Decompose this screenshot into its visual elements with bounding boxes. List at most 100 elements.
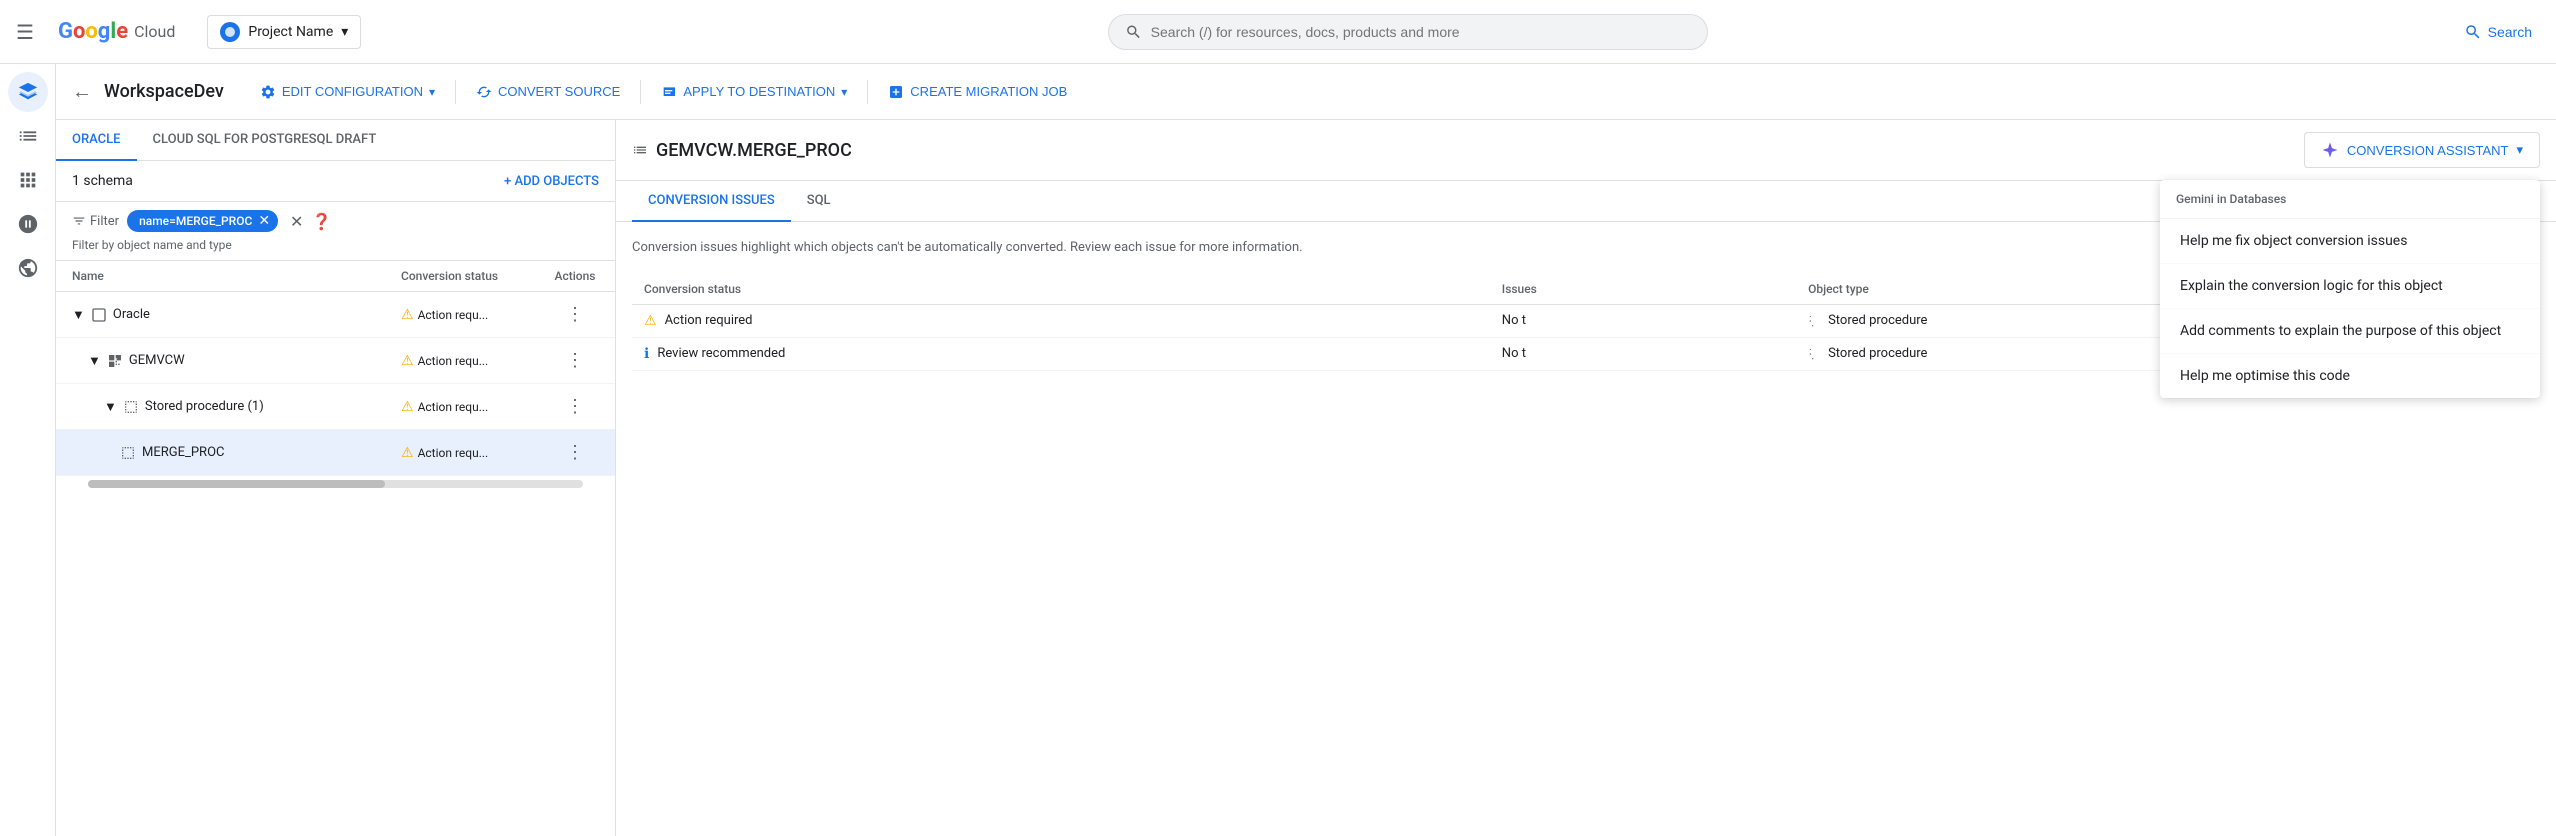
project-dropdown-icon: ▾ — [341, 24, 348, 40]
sidebar-item-list[interactable] — [8, 116, 48, 156]
filter-hint: Filter by object name and type — [72, 238, 599, 252]
apply-to-destination-button[interactable]: APPLY TO DESTINATION ▾ — [649, 76, 859, 108]
obj-type-icon-1 — [1808, 314, 1822, 328]
dropdown-item-3[interactable]: Help me optimise this code — [2160, 354, 2540, 398]
conv-status-text-2: Review recommended — [657, 346, 785, 361]
project-avatar — [220, 22, 240, 42]
right-panel: GEMVCW.MERGE_PROC CONVERSION ASSISTANT ▾… — [616, 120, 2556, 836]
conversion-assistant-dropdown: Gemini in Databases Help me fix object c… — [2160, 180, 2540, 398]
panels: ORACLE CLOUD SQL FOR POSTGRESQL DRAFT 1 … — [56, 120, 2556, 836]
stored-proc-more-button[interactable]: ⋮ — [562, 392, 588, 421]
warning-icon-gemvcw: ⚠ — [401, 353, 414, 369]
edit-config-chevron: ▾ — [429, 85, 435, 99]
warning-icon-merge-proc: ⚠ — [401, 445, 414, 461]
dropdown-item-0[interactable]: Help me fix object conversion issues — [2160, 219, 2540, 264]
horizontal-scrollbar[interactable] — [88, 480, 583, 488]
oracle-more-button[interactable]: ⋮ — [562, 300, 588, 329]
tab-sql[interactable]: SQL — [791, 181, 847, 222]
sidebar-item-layers[interactable] — [8, 72, 48, 112]
conv-status-text-1: Action required — [665, 313, 753, 328]
left-tabs-header: ORACLE CLOUD SQL FOR POSTGRESQL DRAFT — [56, 120, 615, 161]
conversion-assistant-button[interactable]: CONVERSION ASSISTANT ▾ — [2304, 132, 2540, 168]
search-bar — [1108, 14, 1708, 50]
oracle-actions: ⋮ — [551, 300, 599, 329]
merge-proc-icon — [120, 445, 136, 461]
dropdown-item-2[interactable]: Add comments to explain the purpose of t… — [2160, 309, 2540, 354]
object-list-icon — [632, 142, 648, 158]
conv-row-status-2: ℹ Review recommended — [632, 337, 1490, 370]
filter-chip-close[interactable]: ✕ — [258, 214, 270, 228]
add-objects-button[interactable]: + ADD OBJECTS — [504, 174, 599, 189]
apply-dest-chevron: ▾ — [841, 85, 847, 99]
table-row[interactable]: ▼ GEMVCW ⚠ Action requ... ⋮ — [56, 338, 615, 384]
filter-clear-button[interactable]: ✕ — [290, 212, 303, 231]
gemini-sparkle-icon — [2321, 141, 2339, 159]
table-row[interactable]: MERGE_PROC ⚠ Action requ... ⋮ — [56, 430, 615, 476]
search-button-label: Search — [2488, 24, 2532, 40]
convert-source-button[interactable]: CONVERT SOURCE — [464, 76, 632, 108]
tab-cloud-sql[interactable]: CLOUD SQL FOR POSTGRESQL DRAFT — [137, 120, 393, 161]
warning-icon-stored-proc: ⚠ — [401, 399, 414, 415]
col-name-header: Name — [72, 269, 401, 283]
secondary-toolbar: ← WorkspaceDev EDIT CONFIGURATION ▾ CONV… — [56, 64, 2556, 120]
project-selector[interactable]: Project Name ▾ — [207, 15, 361, 49]
col-status-header: Conversion status — [401, 269, 551, 283]
schema-count: 1 schema — [72, 173, 133, 189]
sidebar-item-globe[interactable] — [8, 248, 48, 288]
tree-table: Name Conversion status Actions ▼ Oracle … — [56, 261, 615, 836]
oracle-name: Oracle — [113, 307, 150, 322]
toolbar-actions: EDIT CONFIGURATION ▾ CONVERT SOURCE APPL… — [248, 76, 2540, 108]
filter-help-button[interactable]: ❓ — [311, 212, 331, 231]
row-name-gemvcw: ▼ GEMVCW — [88, 353, 401, 369]
gemvcw-status: ⚠ Action requ... — [401, 353, 551, 369]
sidebar-item-flow[interactable] — [8, 204, 48, 244]
table-row[interactable]: ▼ Stored procedure (1) ⚠ Action requ... … — [56, 384, 615, 430]
col-actions-header: Actions — [551, 269, 599, 283]
filter-chip: name=MERGE_PROC ✕ — [127, 210, 278, 232]
conv-row-status-1: ⚠ Action required — [632, 304, 1490, 337]
search-button[interactable]: Search — [2456, 19, 2540, 45]
edit-configuration-label: EDIT CONFIGURATION — [282, 84, 423, 99]
tab-conversion-issues[interactable]: CONVERSION ISSUES — [632, 181, 791, 222]
schema-header: 1 schema + ADD OBJECTS — [56, 161, 615, 202]
search-bar-container — [377, 14, 2439, 50]
stored-proc-actions: ⋮ — [551, 392, 599, 421]
create-migration-label: CREATE MIGRATION JOB — [910, 84, 1067, 99]
warning-icon-row1: ⚠ — [644, 313, 657, 329]
conv-assist-chevron: ▾ — [2516, 142, 2523, 158]
left-panel: ORACLE CLOUD SQL FOR POSTGRESQL DRAFT 1 … — [56, 120, 616, 836]
col-conv-issues: Issues — [1490, 274, 1796, 305]
object-name: GEMVCW.MERGE_PROC — [632, 140, 852, 161]
conv-row-issues-2: No t — [1490, 337, 1796, 370]
back-button[interactable]: ← — [72, 79, 92, 104]
conv-row-issues-1: No t — [1490, 304, 1796, 337]
proc-type-icon — [123, 399, 139, 415]
convert-icon — [476, 84, 492, 100]
create-migration-job-button[interactable]: CREATE MIGRATION JOB — [876, 76, 1079, 108]
merge-proc-more-button[interactable]: ⋮ — [562, 438, 588, 467]
top-nav: ☰ Google Cloud Project Name ▾ Search — [0, 0, 2556, 64]
grid-icon — [661, 84, 677, 100]
row-name-oracle: ▼ Oracle — [72, 307, 401, 323]
edit-configuration-button[interactable]: EDIT CONFIGURATION ▾ — [248, 76, 447, 108]
tab-oracle[interactable]: ORACLE — [56, 120, 137, 161]
toolbar-divider-1 — [455, 80, 456, 104]
oracle-icon — [91, 307, 107, 323]
gemvcw-actions: ⋮ — [551, 346, 599, 375]
merge-proc-status: ⚠ Action requ... — [401, 445, 551, 461]
search-button-icon — [2464, 23, 2482, 41]
table-row[interactable]: ▼ Oracle ⚠ Action requ... ⋮ — [56, 292, 615, 338]
gemvcw-more-button[interactable]: ⋮ — [562, 346, 588, 375]
hamburger-icon[interactable]: ☰ — [16, 20, 34, 44]
schema-icon — [107, 353, 123, 369]
sidebar-item-grid[interactable] — [8, 160, 48, 200]
row-name-merge-proc: MERGE_PROC — [120, 445, 401, 461]
chevron-stored-proc: ▼ — [104, 399, 117, 415]
filter-label: Filter — [72, 214, 119, 229]
gemvcw-name: GEMVCW — [129, 353, 185, 368]
search-input[interactable] — [1151, 24, 1692, 40]
merge-proc-name: MERGE_PROC — [142, 445, 224, 460]
info-icon-row2: ℹ — [644, 346, 649, 362]
dropdown-item-1[interactable]: Explain the conversion logic for this ob… — [2160, 264, 2540, 309]
dropdown-header: Gemini in Databases — [2160, 180, 2540, 219]
